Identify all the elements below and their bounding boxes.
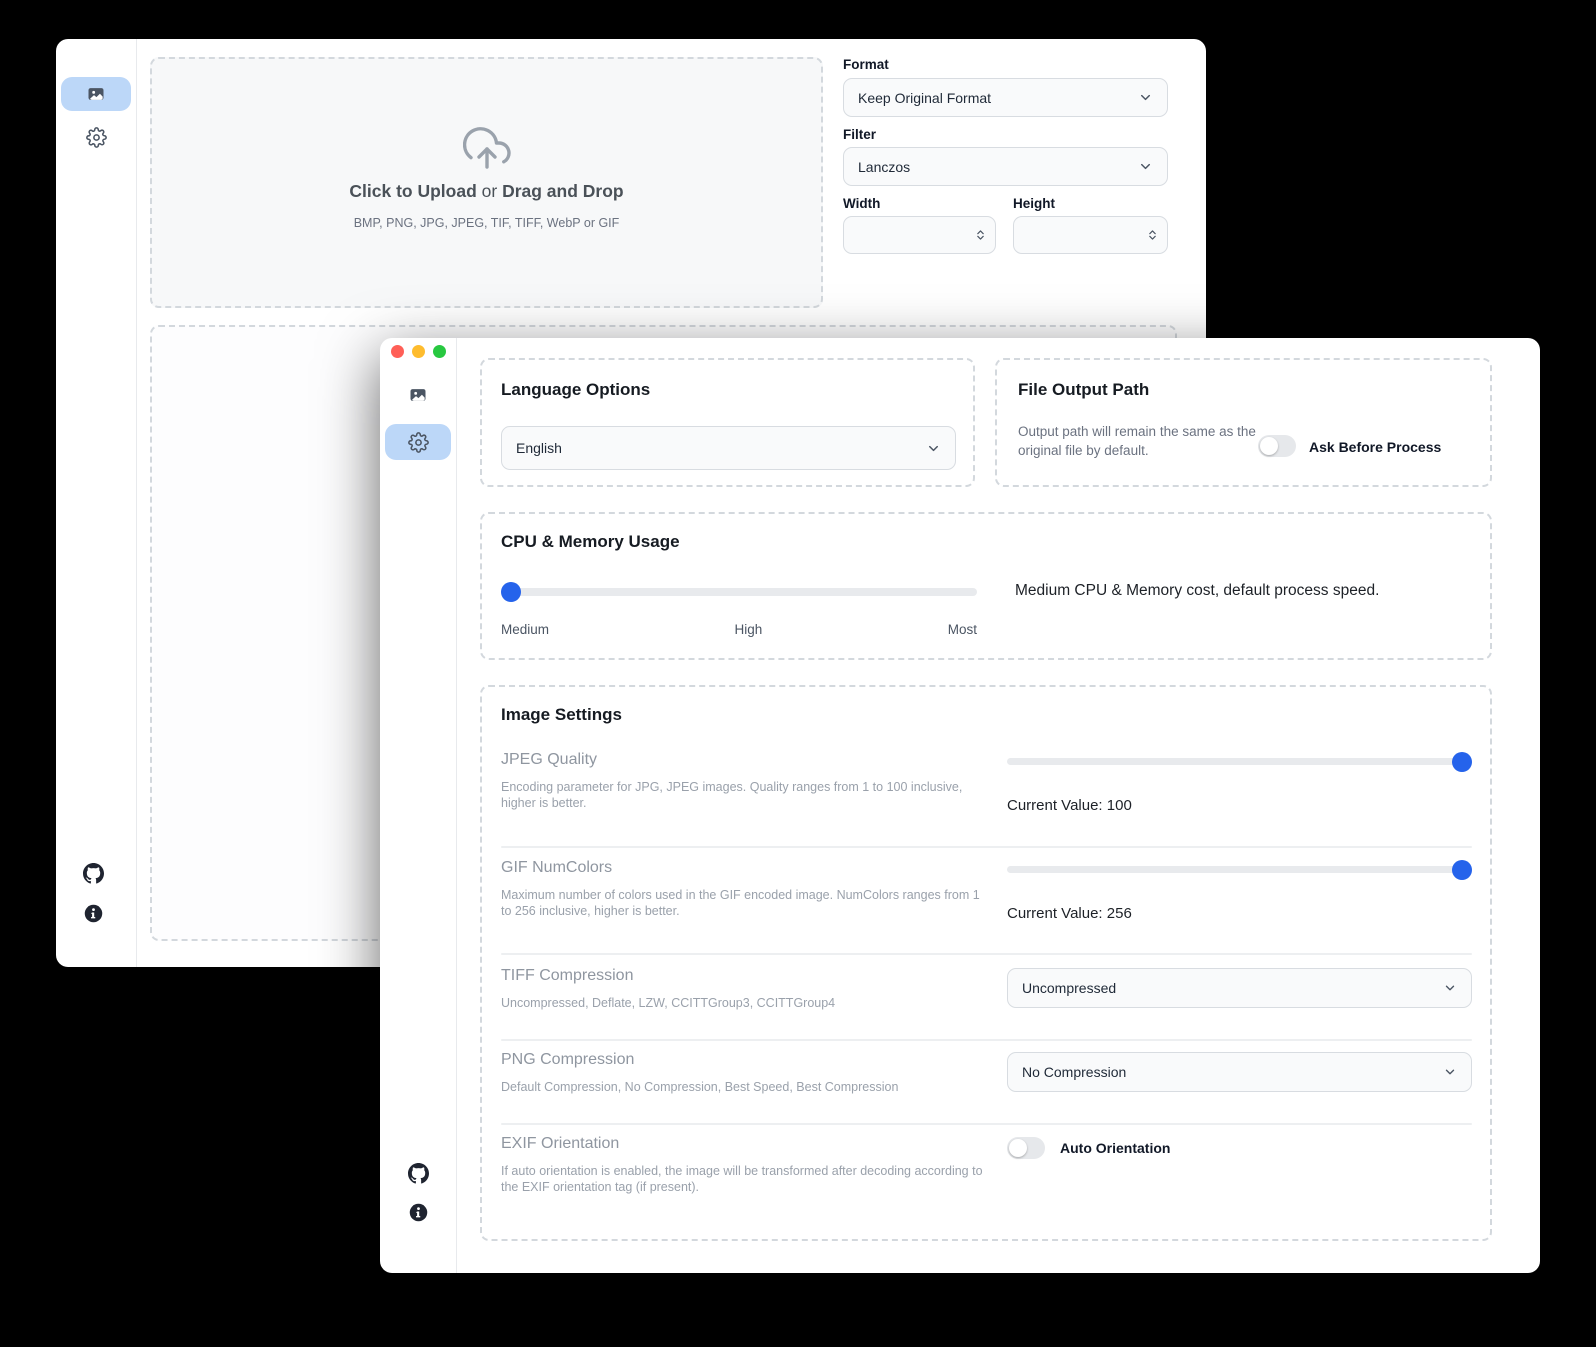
filter-select[interactable]: Lanczos — [843, 147, 1168, 186]
exif-orientation-title: EXIF Orientation — [501, 1135, 619, 1153]
jpeg-quality-slider-thumb[interactable] — [1452, 752, 1472, 772]
png-compression-value: No Compression — [1022, 1064, 1126, 1080]
sidebar-tab-images[interactable] — [61, 77, 131, 111]
file-output-path-heading: File Output Path — [1018, 380, 1149, 400]
filter-value: Lanczos — [858, 159, 910, 175]
gear-icon — [408, 432, 429, 453]
output-path-description: Output path will remain the same as the … — [1018, 422, 1260, 460]
image-settings-heading: Image Settings — [501, 705, 622, 725]
info-icon — [408, 1202, 429, 1223]
toggle-knob — [1009, 1139, 1027, 1157]
cpu-slider-track[interactable] — [501, 588, 977, 596]
format-value: Keep Original Format — [858, 90, 991, 106]
png-compression-select[interactable]: No Compression — [1007, 1052, 1472, 1092]
sidebar — [380, 338, 457, 1273]
cpu-memory-heading: CPU & Memory Usage — [501, 532, 680, 552]
row-divider — [501, 1123, 1472, 1125]
tick-high: High — [734, 622, 762, 637]
toggle-knob — [1260, 437, 1278, 455]
language-value: English — [516, 440, 562, 456]
file-output-path-panel: File Output Path Output path will remain… — [995, 358, 1492, 487]
settings-window: Language Options English File Output Pat… — [380, 338, 1540, 1273]
chevron-down-icon — [926, 441, 941, 456]
format-select[interactable]: Keep Original Format — [843, 78, 1168, 117]
desktop-background: Click to Upload or Drag and Drop BMP, PN… — [0, 0, 1596, 1347]
image-settings-panel: Image Settings JPEG Quality Encoding par… — [480, 685, 1492, 1241]
gif-numcolors-description: Maximum number of colors used in the GIF… — [501, 887, 983, 919]
png-compression-description: Default Compression, No Compression, Bes… — [501, 1079, 983, 1095]
github-link[interactable] — [82, 862, 104, 884]
row-divider — [501, 846, 1472, 848]
upload-title-drag: Drag and Drop — [502, 181, 624, 201]
ask-before-process-label: Ask Before Process — [1309, 439, 1441, 455]
width-label: Width — [843, 196, 880, 211]
github-icon — [408, 1163, 429, 1184]
width-stepper[interactable] — [973, 225, 987, 245]
ask-before-process-toggle[interactable] — [1258, 435, 1296, 457]
format-label: Format — [843, 57, 889, 72]
sidebar-tab-settings[interactable] — [385, 424, 451, 460]
jpeg-quality-current-value: Current Value: 100 — [1007, 797, 1132, 814]
jpeg-quality-description: Encoding parameter for JPG, JPEG images.… — [501, 779, 971, 811]
tiff-compression-description: Uncompressed, Deflate, LZW, CCITTGroup3,… — [501, 995, 983, 1011]
cpu-slider-thumb[interactable] — [501, 582, 521, 602]
jpeg-quality-slider-track[interactable] — [1007, 758, 1472, 765]
png-compression-title: PNG Compression — [501, 1051, 634, 1069]
tiff-compression-select[interactable]: Uncompressed — [1007, 968, 1472, 1008]
image-icon — [408, 385, 428, 405]
gif-numcolors-title: GIF NumColors — [501, 859, 612, 877]
row-divider — [501, 953, 1472, 955]
tick-most: Most — [948, 622, 977, 637]
github-icon — [83, 863, 104, 884]
row-divider — [501, 1039, 1472, 1041]
gif-numcolors-slider-track[interactable] — [1007, 866, 1472, 873]
about-button[interactable] — [407, 1201, 429, 1223]
chevron-down-icon — [1443, 1065, 1457, 1079]
upload-title-or: or — [477, 181, 502, 201]
exif-orientation-description: If auto orientation is enabled, the imag… — [501, 1163, 983, 1195]
about-button[interactable] — [82, 902, 104, 924]
cpu-status-text: Medium CPU & Memory cost, default proces… — [1015, 582, 1379, 600]
sidebar-tab-images[interactable] — [385, 378, 451, 412]
sidebar — [56, 39, 137, 967]
spinner-up-down-icon — [1146, 226, 1159, 244]
cpu-memory-panel: CPU & Memory Usage Medium High Most Medi… — [480, 512, 1492, 660]
gif-numcolors-current-value: Current Value: 256 — [1007, 905, 1132, 922]
tick-medium: Medium — [501, 622, 549, 637]
upload-title: Click to Upload or Drag and Drop — [152, 181, 821, 202]
tiff-compression-title: TIFF Compression — [501, 967, 633, 985]
jpeg-quality-title: JPEG Quality — [501, 751, 597, 769]
image-icon — [86, 84, 106, 104]
sidebar-tab-settings[interactable] — [61, 120, 131, 154]
height-label: Height — [1013, 196, 1055, 211]
upload-dropzone[interactable]: Click to Upload or Drag and Drop BMP, PN… — [150, 57, 823, 308]
chevron-down-icon — [1138, 90, 1153, 105]
language-options-heading: Language Options — [501, 380, 650, 400]
auto-orientation-label: Auto Orientation — [1060, 1140, 1170, 1156]
upload-cloud-icon — [463, 125, 511, 173]
info-icon — [83, 903, 104, 924]
tiff-compression-value: Uncompressed — [1022, 980, 1116, 996]
gif-numcolors-slider-thumb[interactable] — [1452, 860, 1472, 880]
cpu-slider-ticks: Medium High Most — [501, 622, 977, 637]
chevron-down-icon — [1138, 159, 1153, 174]
spinner-up-down-icon — [974, 226, 987, 244]
height-stepper[interactable] — [1145, 225, 1159, 245]
filter-label: Filter — [843, 127, 876, 142]
language-select[interactable]: English — [501, 426, 956, 470]
github-link[interactable] — [407, 1162, 429, 1184]
upload-icon-wrap — [152, 125, 821, 173]
auto-orientation-toggle[interactable] — [1007, 1137, 1045, 1159]
gear-icon — [86, 127, 107, 148]
language-options-panel: Language Options English — [480, 358, 975, 487]
upload-title-click: Click to Upload — [349, 181, 476, 201]
chevron-down-icon — [1443, 981, 1457, 995]
upload-formats: BMP, PNG, JPG, JPEG, TIF, TIFF, WebP or … — [152, 216, 821, 230]
